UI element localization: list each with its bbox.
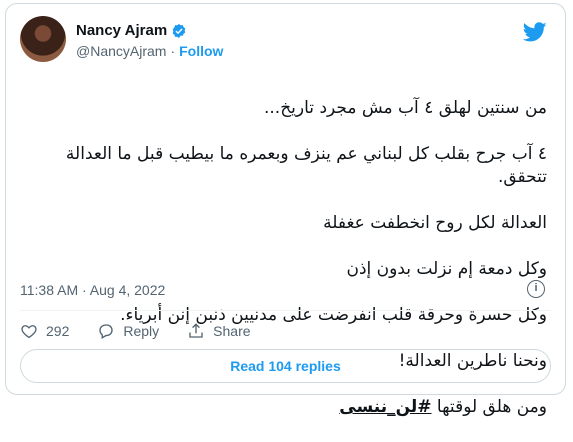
like-count: 292: [46, 323, 70, 339]
tweet-actions: 292 Reply Share: [20, 319, 251, 343]
reply-label: Reply: [123, 323, 160, 339]
tweet-line: العدالة لكل روح انخطفت عغفلة: [323, 213, 547, 233]
author-name-row: Nancy Ajram: [76, 22, 187, 39]
divider: [20, 310, 551, 311]
info-icon[interactable]: i: [527, 280, 545, 298]
tweet-line: من سنتين لهلق ٤ آب مش مجرد تاريخ...: [264, 98, 547, 118]
share-button[interactable]: Share: [187, 322, 251, 340]
reply-button[interactable]: Reply: [97, 322, 159, 340]
reply-bubble-icon: [99, 324, 114, 339]
tweet-header: Nancy Ajram @NancyAjram · Follow: [20, 16, 551, 64]
like-button[interactable]: 292: [20, 322, 69, 340]
avatar[interactable]: [20, 16, 66, 62]
share-label: Share: [213, 323, 251, 339]
share-icon: [189, 323, 203, 338]
tweet-card: Nancy Ajram @NancyAjram · Follow من سنتي…: [5, 3, 566, 417]
hashtag-link[interactable]: #لن_ننسى: [339, 397, 431, 417]
separator-dot: ·: [170, 43, 176, 59]
heart-icon: [21, 325, 37, 339]
read-replies-button[interactable]: Read 104 replies: [20, 349, 551, 383]
follow-button[interactable]: Follow: [179, 43, 223, 59]
twitter-bird-icon[interactable]: [523, 20, 547, 44]
tweet-line: ٤ آب جرح بقلب كل لبناني عم ينزف وبعمره م…: [65, 144, 547, 187]
author-name[interactable]: Nancy Ajram: [76, 22, 167, 39]
tweet-meta: 11:38 AM · Aug 4, 2022 i: [20, 278, 551, 302]
tweet-line-prefix: ومن هلق لوقتها: [431, 397, 547, 417]
tweet-last-line: ومن هلق لوقتها #لن_ننسى: [20, 396, 547, 419]
author-handle-row: @NancyAjram · Follow: [76, 43, 223, 59]
author-handle[interactable]: @NancyAjram: [76, 43, 166, 59]
timestamp[interactable]: 11:38 AM · Aug 4, 2022: [20, 282, 165, 298]
tweet-text: من سنتين لهلق ٤ آب مش مجرد تاريخ... ٤ آب…: [20, 74, 547, 442]
verified-badge-icon: [172, 23, 186, 38]
